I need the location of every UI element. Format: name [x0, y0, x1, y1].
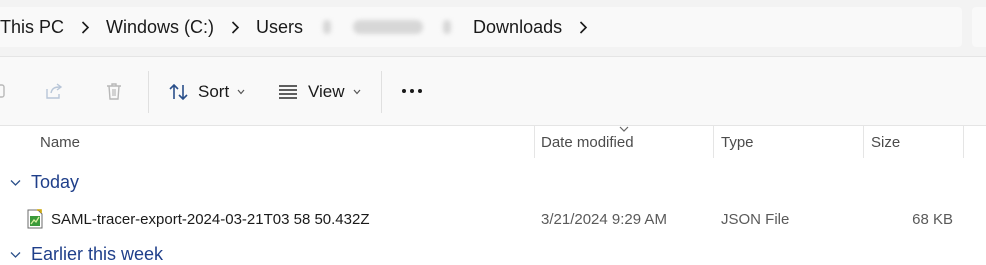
redacted-separator — [323, 20, 332, 34]
column-divider[interactable] — [713, 126, 714, 158]
redacted-separator — [443, 20, 452, 34]
column-header: Name Date modified Type Size — [0, 126, 986, 162]
toolbar-divider — [148, 71, 149, 113]
view-label: View — [308, 82, 345, 101]
column-name[interactable]: Name — [40, 134, 80, 151]
sort-button[interactable]: Sort — [168, 77, 245, 107]
command-bar: Sort View — [0, 57, 986, 126]
share-icon[interactable] — [44, 81, 64, 101]
chevron-down-icon — [353, 89, 361, 95]
chevron-right-icon[interactable] — [64, 20, 106, 34]
toolbar-divider — [381, 71, 382, 113]
sort-label: Sort — [198, 82, 230, 101]
breadcrumb: This PC Windows (C:) Users Downloads — [0, 0, 604, 54]
file-date-modified: 3/21/2024 9:29 AM — [541, 211, 667, 228]
trash-icon[interactable] — [104, 81, 124, 101]
chevron-down-icon — [237, 89, 245, 95]
group-earlier-this-week[interactable]: Earlier this week — [10, 244, 163, 265]
file-type: JSON File — [721, 211, 790, 228]
json-file-icon — [27, 209, 43, 229]
group-label: Earlier this week — [31, 244, 164, 264]
breadcrumb-downloads[interactable]: Downloads — [473, 17, 562, 38]
file-name: SAML-tracer-export-2024-03-21T03 58 50.4… — [51, 211, 370, 228]
column-divider[interactable] — [863, 126, 864, 158]
view-icon — [279, 85, 297, 99]
chevron-right-icon[interactable] — [562, 20, 604, 34]
breadcrumb-users[interactable]: Users — [256, 17, 303, 38]
address-bar-region: This PC Windows (C:) Users Downloads — [0, 0, 986, 57]
chevron-down-icon — [10, 251, 21, 258]
column-date-modified[interactable]: Date modified — [541, 134, 634, 151]
more-icon[interactable] — [401, 83, 425, 99]
group-today[interactable]: Today — [10, 172, 79, 193]
file-row[interactable]: SAML-tracer-export-2024-03-21T03 58 50.4… — [0, 204, 986, 236]
redacted-username[interactable] — [353, 20, 424, 34]
column-size[interactable]: Size — [871, 134, 900, 151]
chevron-down-icon — [10, 179, 21, 186]
column-type[interactable]: Type — [721, 134, 754, 151]
search-box-edge[interactable] — [972, 7, 986, 47]
breadcrumb-this-pc[interactable]: This PC — [0, 17, 64, 38]
group-label: Today — [31, 172, 80, 192]
column-divider[interactable] — [534, 126, 535, 158]
sort-indicator-icon — [619, 126, 629, 132]
sort-icon — [169, 83, 188, 101]
rename-icon[interactable] — [0, 81, 8, 101]
column-divider[interactable] — [963, 126, 964, 158]
breadcrumb-drive[interactable]: Windows (C:) — [106, 17, 214, 38]
chevron-right-icon[interactable] — [214, 20, 256, 34]
view-button[interactable]: View — [278, 77, 361, 107]
file-size: 68 KB — [912, 211, 953, 228]
